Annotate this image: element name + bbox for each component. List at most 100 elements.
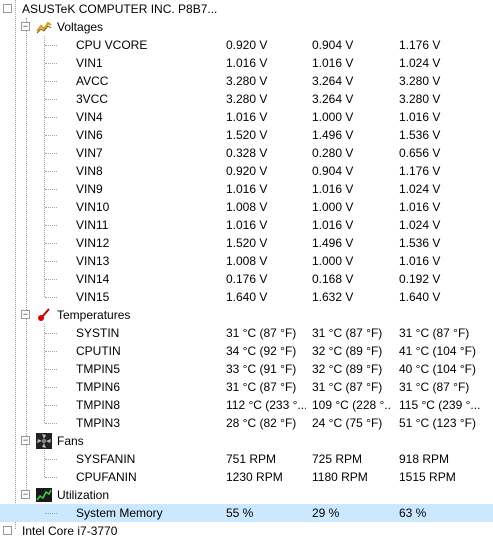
checkbox[interactable] bbox=[3, 4, 12, 13]
group-label: Temperatures bbox=[57, 308, 131, 322]
sensor-min: 1.496 V bbox=[312, 128, 354, 142]
sensor-value: 34 °C (92 °F) bbox=[226, 344, 297, 358]
sensor-min: 31 °C (87 °F) bbox=[312, 326, 383, 340]
sensor-row[interactable]: AVCC 3.280 V 3.264 V 3.280 V bbox=[0, 72, 493, 90]
sensor-row[interactable]: VIN8 0.920 V 0.904 V 1.176 V bbox=[0, 162, 493, 180]
sensor-max: 1515 RPM bbox=[399, 470, 456, 484]
sensor-max: 40 °C (104 °F) bbox=[399, 362, 476, 376]
sensor-value: 31 °C (87 °F) bbox=[226, 326, 297, 340]
sensor-row[interactable]: VIN7 0.328 V 0.280 V 0.656 V bbox=[0, 144, 493, 162]
sensor-row[interactable]: TMPIN3 28 °C (82 °F) 24 °C (75 °F) 51 °C… bbox=[0, 414, 493, 432]
sensor-label: System Memory bbox=[76, 506, 163, 520]
checkbox[interactable] bbox=[3, 526, 12, 535]
sensor-min: 0.904 V bbox=[312, 38, 354, 52]
group-row-temperatures[interactable]: − Temperatures bbox=[0, 306, 493, 324]
sensor-max: 1.536 V bbox=[399, 236, 441, 250]
sensor-min: 1.496 V bbox=[312, 236, 354, 250]
sensor-row[interactable]: System Memory 55 % 29 % 63 % bbox=[0, 504, 493, 522]
sensor-row[interactable]: SYSTIN 31 °C (87 °F) 31 °C (87 °F) 31 °C… bbox=[0, 324, 493, 342]
sensor-min: 1.000 V bbox=[312, 200, 354, 214]
sensor-label: VIN8 bbox=[76, 164, 103, 178]
sensor-label: TMPIN8 bbox=[76, 398, 121, 412]
tree-line bbox=[45, 171, 57, 172]
sensor-value: 33 °C (91 °F) bbox=[226, 362, 297, 376]
sensor-value: 1.520 V bbox=[226, 128, 268, 142]
sensor-row[interactable]: VIN12 1.520 V 1.496 V 1.536 V bbox=[0, 234, 493, 252]
sensor-row[interactable]: CPUFANIN 1230 RPM 1180 RPM 1515 RPM bbox=[0, 468, 493, 486]
voltage-icon bbox=[36, 19, 52, 35]
sensor-max: 31 °C (87 °F) bbox=[399, 326, 470, 340]
group-label: Fans bbox=[57, 434, 84, 448]
sensor-value: 1.008 V bbox=[226, 254, 268, 268]
sensor-row[interactable]: SYSFANIN 751 RPM 725 RPM 918 RPM bbox=[0, 450, 493, 468]
sensor-row[interactable]: TMPIN6 31 °C (87 °F) 31 °C (87 °F) 31 °C… bbox=[0, 378, 493, 396]
collapse-toggle[interactable]: − bbox=[21, 436, 30, 445]
sensor-min: 1.632 V bbox=[312, 290, 354, 304]
group-row-voltages[interactable]: − Voltages bbox=[0, 18, 493, 36]
group-row-utilization[interactable]: − Utilization bbox=[0, 486, 493, 504]
sensor-min: 1.000 V bbox=[312, 254, 354, 268]
collapse-toggle[interactable]: − bbox=[21, 310, 30, 319]
tree-line bbox=[45, 459, 57, 460]
sensor-max: 63 % bbox=[399, 506, 427, 520]
sensor-min: 29 % bbox=[312, 506, 340, 520]
sensor-row[interactable]: VIN4 1.016 V 1.000 V 1.016 V bbox=[0, 108, 493, 126]
tree-line bbox=[45, 369, 57, 370]
sensor-row[interactable]: VIN11 1.016 V 1.016 V 1.024 V bbox=[0, 216, 493, 234]
sensor-min: 0.280 V bbox=[312, 146, 354, 160]
sensor-row[interactable]: VIN15 1.640 V 1.632 V 1.640 V bbox=[0, 288, 493, 306]
sensor-row[interactable]: VIN13 1.008 V 1.000 V 1.016 V bbox=[0, 252, 493, 270]
device-row[interactable]: ASUSTeK COMPUTER INC. P8B7... bbox=[0, 0, 493, 18]
sensor-value: 1.016 V bbox=[226, 218, 268, 232]
sensor-value: 751 RPM bbox=[226, 452, 277, 466]
sensor-label: VIN9 bbox=[76, 182, 103, 196]
tree-line bbox=[45, 351, 57, 352]
group-row-fans[interactable]: − Fans bbox=[0, 432, 493, 450]
sensor-min: 32 °C (89 °F) bbox=[312, 362, 383, 376]
sensor-label: 3VCC bbox=[76, 92, 109, 106]
tree-line bbox=[45, 117, 57, 118]
sensor-row[interactable]: VIN14 0.176 V 0.168 V 0.192 V bbox=[0, 270, 493, 288]
sensor-row[interactable]: VIN10 1.008 V 1.000 V 1.016 V bbox=[0, 198, 493, 216]
sensor-max: 0.192 V bbox=[399, 272, 441, 286]
group-label: Utilization bbox=[57, 488, 110, 502]
sensor-row[interactable]: VIN9 1.016 V 1.016 V 1.024 V bbox=[0, 180, 493, 198]
sensor-label: TMPIN3 bbox=[76, 416, 121, 430]
sensor-value: 1.520 V bbox=[226, 236, 268, 250]
sensor-row[interactable]: 3VCC 3.280 V 3.264 V 3.280 V bbox=[0, 90, 493, 108]
sensor-row[interactable]: TMPIN8 112 °C (233 °... 109 °C (228 °...… bbox=[0, 396, 493, 414]
sensor-row[interactable]: VIN6 1.520 V 1.496 V 1.536 V bbox=[0, 126, 493, 144]
group-label: Voltages bbox=[57, 20, 104, 34]
collapse-toggle[interactable]: − bbox=[21, 22, 30, 31]
sensor-value: 1230 RPM bbox=[226, 470, 283, 484]
sensor-min: 31 °C (87 °F) bbox=[312, 380, 383, 394]
tree-line bbox=[45, 261, 57, 262]
sensor-value: 28 °C (82 °F) bbox=[226, 416, 297, 430]
sensor-min: 3.264 V bbox=[312, 92, 354, 106]
tree-line bbox=[45, 189, 57, 190]
sensor-max: 1.536 V bbox=[399, 128, 441, 142]
sensor-max: 3.280 V bbox=[399, 74, 441, 88]
tree-line bbox=[45, 279, 57, 280]
sensor-label: VIN7 bbox=[76, 146, 103, 160]
sensor-label: VIN15 bbox=[76, 290, 110, 304]
device-row-next[interactable]: Intel Core i7-3770 bbox=[0, 522, 493, 540]
tree-line bbox=[45, 63, 57, 64]
sensor-min: 1180 RPM bbox=[312, 470, 368, 484]
tree-line bbox=[45, 333, 57, 334]
fan-icon bbox=[36, 433, 52, 449]
sensor-label: CPU VCORE bbox=[76, 38, 148, 52]
sensor-max: 1.176 V bbox=[399, 164, 441, 178]
sensor-max: 918 RPM bbox=[399, 452, 450, 466]
sensor-tree[interactable]: ASUSTeK COMPUTER INC. P8B7... − Voltages… bbox=[0, 0, 493, 538]
sensor-row[interactable]: CPU VCORE 0.920 V 0.904 V 1.176 V bbox=[0, 36, 493, 54]
sensor-row[interactable]: VIN1 1.016 V 1.016 V 1.024 V bbox=[0, 54, 493, 72]
sensor-row[interactable]: CPUTIN 34 °C (92 °F) 32 °C (89 °F) 41 °C… bbox=[0, 342, 493, 360]
sensor-label: AVCC bbox=[76, 74, 109, 88]
collapse-toggle[interactable]: − bbox=[21, 490, 30, 499]
sensor-row[interactable]: TMPIN5 33 °C (91 °F) 32 °C (89 °F) 40 °C… bbox=[0, 360, 493, 378]
sensor-min: 1.016 V bbox=[312, 182, 354, 196]
sensor-min: 0.904 V bbox=[312, 164, 354, 178]
sensor-label: VIN10 bbox=[76, 200, 110, 214]
sensor-value: 0.176 V bbox=[226, 272, 268, 286]
